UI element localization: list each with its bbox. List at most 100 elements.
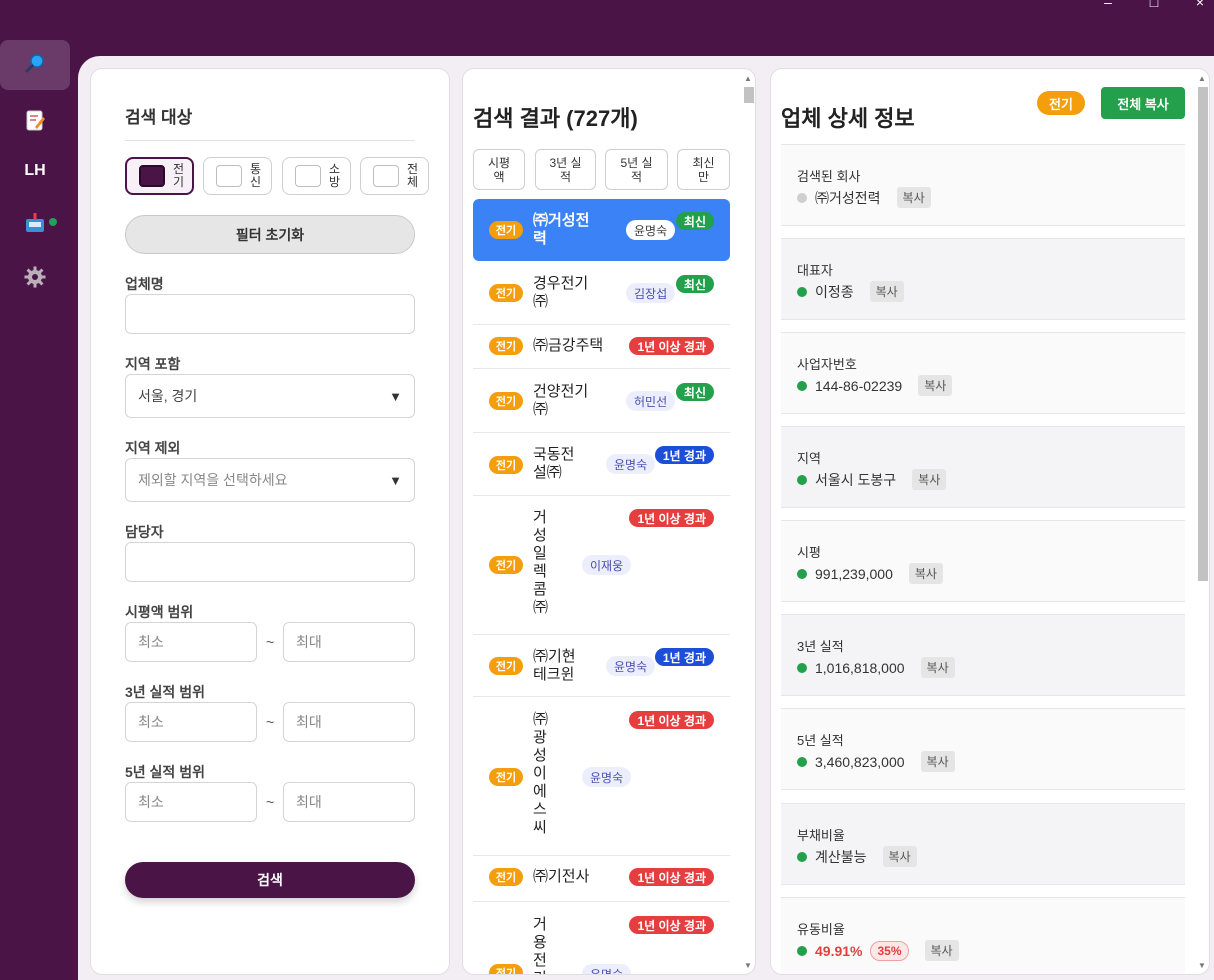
result-row[interactable]: 전기 ㈜기전사 1년 이상 경과 [473, 856, 730, 902]
result-row[interactable]: 전기 경우전기㈜ 김장섭 최신 [473, 261, 730, 325]
field-value: 49.91% [815, 942, 863, 959]
field-label: 지역 [797, 451, 821, 466]
sort-perf5-button[interactable]: 5년 실적 [605, 149, 668, 190]
minimize-button[interactable]: – [1100, 0, 1116, 10]
results-panel: 검색 결과 (727개) 시평액 3년 실적 5년 실적 최신만 전기 ㈜거성전… [462, 68, 756, 975]
field-value: 서울시 도봉구 [815, 471, 897, 488]
gear-icon [23, 265, 47, 294]
status-badge: 1년 이상 경과 [629, 509, 714, 527]
company-input[interactable] [125, 294, 415, 334]
detail-field-debt-ratio: 부채비율 계산불능 복사 [781, 803, 1185, 885]
category-tag: 전기 [489, 868, 523, 886]
detail-title: 업체 상세 정보 [781, 106, 915, 131]
field-value-row: 서울시 도봉구 복사 [797, 469, 947, 490]
sort-perf3-button[interactable]: 3년 실적 [535, 149, 596, 190]
region-include-select[interactable]: 서울, 경기 ▼ [125, 374, 415, 418]
scroll-down-icon[interactable]: ▼ [1195, 958, 1209, 972]
result-row[interactable]: 전기 국동전설㈜ 윤명숙 1년 경과 [473, 433, 730, 496]
region-exclude-placeholder: 제외할 지역을 선택하세요 [138, 472, 288, 488]
sipyeong-max-input[interactable]: 최대 [283, 622, 415, 662]
copy-button[interactable]: 복사 [920, 657, 955, 678]
result-row[interactable]: 전기 ㈜기현테크윈 윤명숙 1년 경과 [473, 635, 730, 697]
ratio-badge: 35% [870, 940, 909, 961]
status-badge: 1년 경과 [654, 446, 714, 464]
category-telecom[interactable]: 통신 [203, 157, 272, 195]
category-tag: 전기 [489, 456, 523, 474]
scroll-thumb[interactable] [744, 87, 754, 103]
field-label: 사업자번호 [797, 357, 857, 372]
maximize-button[interactable]: □ [1146, 0, 1162, 10]
perf3-max-input[interactable]: 최대 [283, 702, 415, 742]
scroll-up-icon[interactable]: ▲ [1195, 71, 1209, 85]
field-value-row: 49.91% 35% 복사 [797, 940, 959, 961]
search-button[interactable]: 검색 [125, 862, 415, 898]
lh-label: LH [24, 162, 46, 179]
checkbox-electric[interactable] [139, 165, 165, 187]
field-value: 1,016,818,000 [815, 659, 905, 676]
sort-sipyeong-button[interactable]: 시평액 [473, 149, 525, 190]
result-row[interactable]: 전기 건양전기㈜ 허민선 최신 [473, 369, 730, 433]
copy-button[interactable]: 복사 [912, 469, 947, 490]
sidebar-item-inbox[interactable] [0, 200, 70, 250]
category-tag: 전기 [489, 284, 523, 302]
field-label: 유동비율 [797, 922, 845, 937]
result-row[interactable]: 전기 거성일렉콤㈜ 이재웅 1년 이상 경과 [473, 496, 730, 635]
perf3-min-input[interactable]: 최소 [125, 702, 257, 742]
category-label: 전체 [407, 162, 419, 189]
result-row[interactable]: 전기 ㈜광성이에스씨 윤명숙 1년 이상 경과 [473, 697, 730, 856]
checkbox-all[interactable] [373, 165, 399, 187]
status-badge: 1년 이상 경과 [629, 711, 714, 729]
region-include-label: 지역 포함 [125, 356, 181, 372]
sidebar-item-search[interactable] [0, 40, 70, 90]
field-value-row: 3,460,823,000 복사 [797, 751, 955, 772]
status-dot [797, 851, 807, 862]
close-button[interactable]: × [1192, 0, 1208, 10]
category-all[interactable]: 전체 [360, 157, 429, 195]
copy-button[interactable]: 복사 [869, 281, 904, 302]
company-name: 거성일렉콤㈜ [533, 509, 549, 616]
detail-field-company: 검색된 회사 ㈜거성전력 복사 [781, 144, 1185, 226]
perf5-max-input[interactable]: 최대 [283, 782, 415, 822]
sidebar-item-lh[interactable]: LH [0, 146, 70, 196]
sidebar: LH [0, 40, 78, 980]
result-row[interactable]: 전기 ㈜거성전력 윤명숙 최신 [473, 199, 730, 261]
field-value-row: 1,016,818,000 복사 [797, 657, 955, 678]
result-row[interactable]: 전기 거용전기 윤명숙 1년 이상 경과 [473, 902, 730, 974]
checkbox-fire[interactable] [295, 165, 321, 187]
detail-scrollbar[interactable]: ▲ ▼ [1195, 69, 1209, 974]
company-name: ㈜거성전력 [533, 212, 590, 247]
scroll-down-icon[interactable]: ▼ [741, 958, 755, 972]
copy-button[interactable]: 복사 [882, 846, 917, 867]
category-electric[interactable]: 전기 [125, 157, 194, 195]
region-exclude-select[interactable]: 제외할 지역을 선택하세요 ▼ [125, 458, 415, 502]
company-name: ㈜기전사 [533, 868, 590, 885]
status-dot [797, 662, 807, 673]
manager-input[interactable] [125, 542, 415, 582]
scroll-up-icon[interactable]: ▲ [741, 71, 755, 85]
detail-field-sipyeong: 시평 991,239,000 복사 [781, 520, 1185, 602]
copy-button[interactable]: 복사 [918, 375, 953, 396]
checkbox-telecom[interactable] [216, 165, 242, 187]
sidebar-item-settings[interactable] [0, 254, 70, 304]
manager-badge: 윤명숙 [606, 656, 656, 676]
sort-latest-button[interactable]: 최신만 [677, 149, 730, 190]
scroll-thumb[interactable] [1198, 87, 1208, 581]
field-value-row: 이정종 복사 [797, 281, 904, 302]
sipyeong-min-input[interactable]: 최소 [125, 622, 257, 662]
category-fire[interactable]: 소방 [282, 157, 351, 195]
copy-button[interactable]: 복사 [924, 940, 959, 961]
reset-filter-button[interactable]: 필터 초기화 [125, 215, 415, 254]
window-controls: – □ × [1100, 0, 1208, 10]
results-scrollbar[interactable]: ▲ ▼ [741, 69, 755, 974]
result-row[interactable]: 전기 ㈜금강주택 1년 이상 경과 [473, 325, 730, 369]
copy-button[interactable]: 복사 [896, 187, 931, 208]
range-separator: ~ [266, 714, 275, 730]
copy-button[interactable]: 복사 [908, 563, 943, 584]
company-name: 국동전설㈜ [533, 446, 575, 481]
perf5-min-input[interactable]: 최소 [125, 782, 257, 822]
sidebar-item-edit[interactable] [0, 97, 70, 147]
copy-all-button[interactable]: 전체 복사 [1101, 87, 1185, 119]
status-badge: 최신 [675, 383, 714, 401]
copy-button[interactable]: 복사 [920, 751, 955, 772]
category-tag: 전기 [489, 221, 523, 239]
